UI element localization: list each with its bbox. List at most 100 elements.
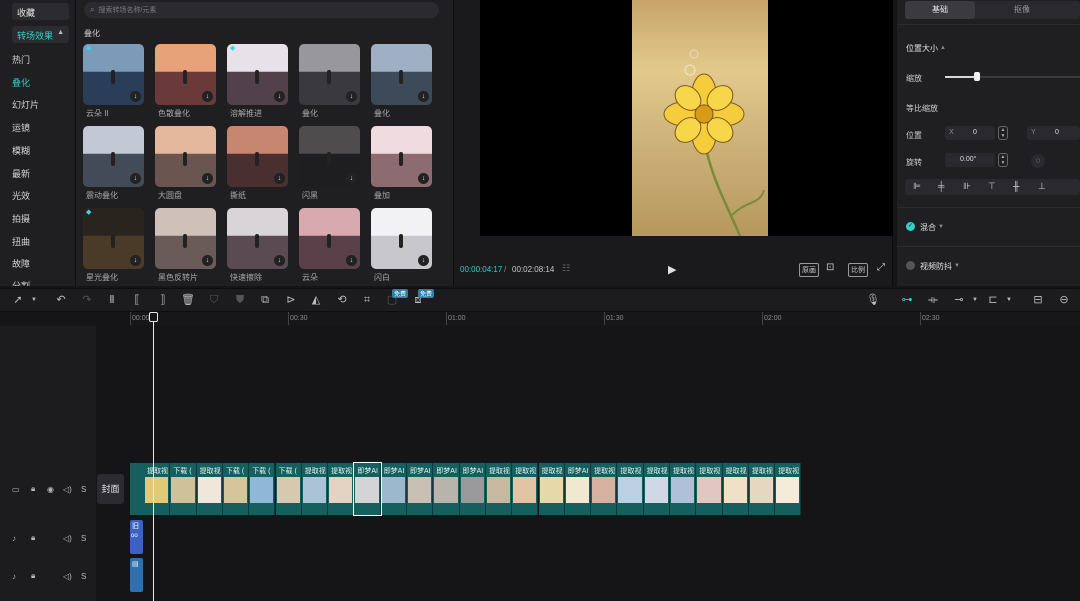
- video-clip[interactable]: 下载 (: [222, 463, 250, 515]
- stabilize-checkbox[interactable]: [906, 261, 915, 270]
- nav-item-hot[interactable]: 热门: [12, 53, 30, 66]
- nav-item-blur[interactable]: 模糊: [12, 144, 30, 157]
- rotate-icon[interactable]: ⟲: [335, 293, 349, 307]
- nav-item-glitch[interactable]: 故障: [12, 257, 30, 270]
- split-right-icon[interactable]: ⟧: [156, 293, 170, 307]
- rotate-field[interactable]: 0.00°: [945, 153, 995, 167]
- align-middle-icon[interactable]: ╫: [1013, 181, 1019, 191]
- nav-transitions-button[interactable]: 转场效果 ▲: [12, 26, 69, 43]
- nav-item-dissolve[interactable]: 叠化: [12, 76, 30, 89]
- preview-axis-icon[interactable]: ⊏: [986, 293, 1000, 307]
- nav-favorites-button[interactable]: 收藏: [12, 3, 69, 20]
- transition-tile[interactable]: ◆ ↓: [227, 44, 288, 105]
- freeze-frame-icon[interactable]: ⧉: [258, 293, 272, 307]
- nav-item-distort[interactable]: 扭曲: [12, 235, 30, 248]
- split-left-icon[interactable]: ⟦: [130, 293, 144, 307]
- chevron-down-icon[interactable]: ▼: [954, 263, 960, 269]
- video-clip[interactable]: 即梦AI: [407, 463, 434, 515]
- download-icon[interactable]: ↓: [418, 91, 429, 102]
- download-icon[interactable]: ↓: [274, 173, 285, 184]
- solo-icon[interactable]: S: [81, 534, 86, 543]
- rotate-dial-icon[interactable]: ◌: [1031, 154, 1045, 168]
- video-clip[interactable]: 提取视: [775, 463, 802, 515]
- shield-icon[interactable]: ⛊: [233, 293, 247, 307]
- video-clip[interactable]: 提取视: [512, 463, 539, 515]
- eye-icon[interactable]: ◉: [47, 485, 54, 494]
- audio-clip[interactable]: 旧 oo: [130, 520, 143, 554]
- transition-tile[interactable]: ↓: [227, 208, 288, 269]
- download-icon[interactable]: ↓: [346, 91, 357, 102]
- playhead-handle[interactable]: [149, 312, 158, 322]
- video-clip[interactable]: 提取视: [670, 463, 697, 515]
- main-track-magnet-icon[interactable]: ⊶: [900, 293, 914, 307]
- transition-tile[interactable]: ↓: [83, 126, 144, 187]
- video-clip[interactable]: 提取视: [643, 463, 670, 515]
- video-clip[interactable]: 即梦AI: [433, 463, 460, 515]
- video-clip[interactable]: 提取视: [485, 463, 513, 515]
- speaker-icon[interactable]: ◁): [63, 572, 72, 581]
- search-input[interactable]: ⌕ 搜索转场名称/元素: [84, 2, 439, 18]
- play-icon[interactable]: ▶: [668, 263, 676, 276]
- transition-tile[interactable]: ◆ ↓: [83, 208, 144, 269]
- ratio-button[interactable]: 比例: [848, 263, 868, 277]
- nav-item-camera[interactable]: 运镜: [12, 121, 30, 134]
- transition-tile[interactable]: ↓: [155, 126, 216, 187]
- split-icon[interactable]: Ⅱ: [105, 293, 119, 307]
- mirror-icon[interactable]: ◭: [309, 293, 323, 307]
- tab-basic[interactable]: 基础: [905, 1, 975, 19]
- crop-icon[interactable]: ⌗: [360, 293, 374, 307]
- chevron-down-icon[interactable]: ▼: [968, 293, 982, 307]
- position-x-field[interactable]: X0: [945, 126, 995, 140]
- video-clip[interactable]: 提取视: [196, 463, 223, 515]
- rotate-stepper-icon[interactable]: ▲ ▼: [998, 153, 1008, 167]
- select-cursor-icon[interactable]: ➚: [11, 293, 25, 307]
- download-icon[interactable]: ↓: [418, 173, 429, 184]
- undo-icon[interactable]: ↶: [54, 293, 68, 307]
- nav-item-light[interactable]: 光效: [12, 189, 30, 202]
- video-clip[interactable]: 提取视: [538, 463, 565, 515]
- align-center-icon[interactable]: ╪: [938, 181, 944, 191]
- video-clip[interactable]: 即梦AI: [459, 463, 486, 515]
- caption-icon[interactable]: ⊟: [1031, 293, 1045, 307]
- video-clip[interactable]: 提取视: [748, 463, 776, 515]
- video-clip[interactable]: 提取视: [144, 463, 171, 515]
- video-clip[interactable]: 提取视: [696, 463, 723, 515]
- nav-item-slideshow[interactable]: 幻灯片: [12, 98, 39, 111]
- marker-icon[interactable]: ⛉: [207, 293, 221, 307]
- linkage-icon[interactable]: ⊸: [952, 293, 966, 307]
- transition-tile[interactable]: ↓: [299, 126, 360, 187]
- reverse-play-icon[interactable]: ⊳: [284, 293, 298, 307]
- audio-clip[interactable]: ▤: [130, 558, 143, 592]
- download-icon[interactable]: ↓: [202, 173, 213, 184]
- chevron-down-icon[interactable]: ▼: [938, 224, 944, 230]
- download-icon[interactable]: ↓: [130, 91, 141, 102]
- video-clip[interactable]: 提取视: [591, 463, 618, 515]
- video-clip[interactable]: 提取视: [328, 463, 355, 515]
- align-right-icon[interactable]: ⊪: [963, 181, 971, 192]
- download-icon[interactable]: ↓: [346, 255, 357, 266]
- transition-tile[interactable]: ↓: [299, 208, 360, 269]
- lock-icon[interactable]: 🔒︎: [31, 484, 35, 494]
- video-clip[interactable]: 下载 (: [275, 463, 302, 515]
- original-quality-button[interactable]: 原画: [799, 263, 819, 277]
- delete-icon[interactable]: 🗑: [181, 293, 195, 307]
- microphone-icon[interactable]: 🎙: [866, 293, 880, 307]
- x-stepper-icon[interactable]: ▲ ▼: [998, 126, 1008, 140]
- nav-item-shoot[interactable]: 拍摄: [12, 212, 30, 225]
- fullscreen-icon[interactable]: ⤢: [877, 262, 885, 273]
- lock-icon[interactable]: 🔒︎: [31, 571, 35, 581]
- video-clip[interactable]: 提取视: [301, 463, 329, 515]
- lock-icon[interactable]: 🔒︎: [31, 533, 35, 543]
- download-icon[interactable]: ↓: [346, 173, 357, 184]
- speaker-icon[interactable]: ◁): [63, 485, 72, 494]
- chevron-up-icon[interactable]: ▲: [940, 45, 946, 51]
- align-bottom-icon[interactable]: ⊥: [1038, 181, 1046, 192]
- auto-snap-icon[interactable]: ⟛: [926, 293, 940, 307]
- scale-slider-handle[interactable]: [974, 72, 981, 81]
- video-clip[interactable]: 下载 (: [170, 463, 197, 515]
- download-icon[interactable]: ↓: [274, 255, 285, 266]
- nav-item-split[interactable]: 分割: [12, 279, 30, 286]
- timeline-ruler[interactable]: 00:00 00:30 01:00 01:30 02:00 02:30: [130, 312, 1080, 326]
- download-icon[interactable]: ↓: [418, 255, 429, 266]
- scale-slider-track[interactable]: [945, 72, 1080, 81]
